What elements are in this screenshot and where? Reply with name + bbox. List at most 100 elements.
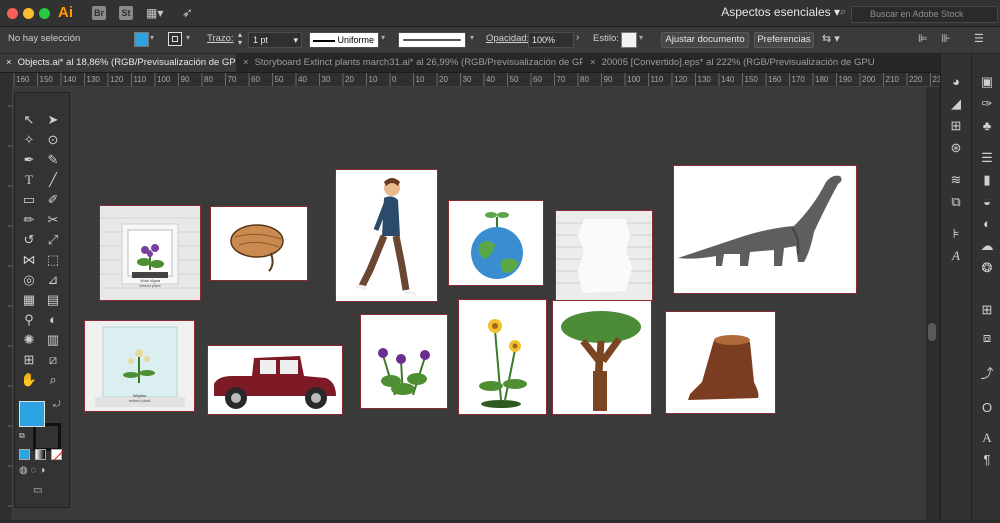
- brush-dropdown-icon[interactable]: ▾: [470, 33, 474, 42]
- column-graph-tool-icon[interactable]: ▥: [43, 331, 63, 349]
- character-panel-icon[interactable]: A: [947, 248, 965, 264]
- transparency-panel-icon[interactable]: ◒: [978, 194, 996, 210]
- stroke-dropdown-icon[interactable]: ▾: [186, 33, 190, 42]
- recolor-icon[interactable]: ⊛: [947, 140, 965, 156]
- draw-mode-icon[interactable]: ◍ ◌ ◑: [19, 465, 45, 476]
- symbol-sprayer-tool-icon[interactable]: ✺: [19, 331, 39, 349]
- artboard-brick-wall[interactable]: [555, 210, 653, 302]
- canvas[interactable]: Viola Vigna extinct plant Wightia extinc…: [13, 87, 926, 520]
- eyedropper-tool-icon[interactable]: ⚲: [19, 311, 39, 329]
- artboard-seed[interactable]: [210, 206, 308, 281]
- gradient-tool-icon[interactable]: ▤: [43, 291, 63, 309]
- minimize-window-button[interactable]: [23, 8, 34, 19]
- paragraph-panel-icon[interactable]: ¶: [978, 452, 996, 468]
- gradient-mode-icon[interactable]: [35, 449, 46, 460]
- fill-color-swatch[interactable]: [134, 32, 149, 47]
- libraries-panel-icon[interactable]: ☁: [978, 238, 996, 254]
- artboard-tool-icon[interactable]: ⊞: [19, 351, 39, 369]
- artboard-stump[interactable]: [665, 311, 776, 414]
- screen-mode-icon[interactable]: ▭: [33, 485, 42, 496]
- color-guide-icon[interactable]: ◢: [947, 96, 965, 112]
- blend-tool-icon[interactable]: ◐: [43, 311, 63, 329]
- transform-panel-icon[interactable]: ⧈: [978, 330, 996, 346]
- brush-definition[interactable]: [398, 32, 466, 48]
- artboard-earth-sprout[interactable]: [448, 200, 544, 286]
- stroke-stepper[interactable]: ▴ ▾: [238, 31, 242, 47]
- lasso-tool-icon[interactable]: ⊙: [43, 131, 63, 149]
- artboard-cabinet-purple[interactable]: Viola Vigna extinct plant: [99, 205, 201, 301]
- align-left-icon[interactable]: ⊫: [918, 32, 928, 45]
- vertical-scrollbar[interactable]: [926, 87, 938, 520]
- type-tool-icon[interactable]: T: [19, 171, 39, 189]
- stroke-panel-icon[interactable]: ☰: [978, 150, 996, 166]
- swap-colors-icon[interactable]: ⤾: [53, 399, 61, 410]
- opacity-field[interactable]: 100%: [528, 32, 574, 48]
- align-center-icon[interactable]: ⊪: [941, 32, 951, 45]
- symbols-panel-icon[interactable]: ♣: [978, 118, 996, 134]
- rectangle-tool-icon[interactable]: ▭: [19, 191, 39, 209]
- color-mode-icon[interactable]: [19, 449, 30, 460]
- scissors-tool-icon[interactable]: ✂: [43, 211, 63, 229]
- opacity-expand-icon[interactable]: ›: [576, 32, 579, 43]
- pathfinder-panel-icon[interactable]: ⊞: [978, 302, 996, 318]
- workspace-switcher[interactable]: Aspectos esenciales ▾: [721, 5, 840, 19]
- artboard-tree[interactable]: [552, 300, 652, 415]
- free-transform-tool-icon[interactable]: ⬚: [43, 251, 63, 269]
- close-window-button[interactable]: [7, 8, 18, 19]
- scroll-thumb[interactable]: [928, 323, 936, 341]
- gradient-panel-icon[interactable]: ▮: [978, 172, 996, 188]
- pen-tool-icon[interactable]: ✒: [19, 151, 39, 169]
- links-panel-icon[interactable]: ⤴: [978, 366, 996, 382]
- tab-objects[interactable]: × Objects.ai* al 18,86% (RGB/Previsualiza…: [0, 54, 236, 72]
- arrange-documents-icon[interactable]: ▦▾: [146, 6, 170, 20]
- stock-button[interactable]: St: [119, 6, 133, 20]
- tab-storyboard[interactable]: × Storyboard Extinct plants march31.ai* a…: [237, 54, 583, 72]
- none-mode-icon[interactable]: [51, 449, 64, 461]
- width-tool-icon[interactable]: ⋈: [19, 251, 39, 269]
- preferences-button[interactable]: Preferencias: [754, 32, 814, 48]
- scale-tool-icon[interactable]: ⤢: [43, 231, 63, 249]
- character-styles-icon[interactable]: A: [978, 430, 996, 446]
- stroke-color-swatch[interactable]: [168, 32, 182, 46]
- layers-panel-icon[interactable]: ≋: [947, 172, 965, 188]
- stroke-weight-field[interactable]: 1 pt ▾: [248, 32, 302, 48]
- color-panel-icon[interactable]: ◕: [947, 74, 965, 90]
- graphic-style-swatch[interactable]: [621, 32, 637, 48]
- image-trace-icon[interactable]: ▣: [978, 74, 996, 90]
- brushes-panel-icon[interactable]: ✑: [978, 96, 996, 112]
- magic-wand-tool-icon[interactable]: ✧: [19, 131, 39, 149]
- fill-color-box[interactable]: [19, 401, 45, 427]
- artboard-glass-case[interactable]: Wightia extinct plant: [84, 320, 195, 412]
- artboard-brachiosaurus[interactable]: [673, 165, 857, 294]
- rotate-tool-icon[interactable]: ↺: [19, 231, 39, 249]
- swatches-panel-icon[interactable]: ⊞: [947, 118, 965, 134]
- artboard-vintage-car[interactable]: [207, 345, 343, 415]
- gpu-performance-icon[interactable]: ➶: [182, 5, 193, 21]
- align-panel-icon[interactable]: ⊧: [947, 226, 965, 242]
- appearance-panel-icon[interactable]: ◐: [978, 216, 996, 232]
- mesh-tool-icon[interactable]: ▦: [19, 291, 39, 309]
- more-options-icon[interactable]: ☰: [974, 32, 984, 45]
- tab-20005[interactable]: × 20005 [Convertido].eps* al 222% (RGB/Pr…: [584, 54, 874, 72]
- document-setup-button[interactable]: Ajustar documento: [661, 32, 749, 48]
- artboard-violets[interactable]: [360, 314, 448, 409]
- stroke-color-box[interactable]: [33, 423, 61, 451]
- selection-tool-icon[interactable]: ↖: [19, 111, 39, 129]
- artboard-yellow-flowers[interactable]: [458, 299, 547, 415]
- shape-builder-tool-icon[interactable]: ◎: [19, 271, 39, 289]
- default-colors-icon[interactable]: ⧉: [19, 431, 25, 441]
- graphic-styles-icon[interactable]: ❂: [978, 260, 996, 276]
- slice-tool-icon[interactable]: ⧄: [43, 351, 63, 369]
- style-dropdown-icon[interactable]: ▾: [639, 33, 643, 42]
- direct-selection-tool-icon[interactable]: ➤: [43, 111, 63, 129]
- shaper-tool-icon[interactable]: ✏: [19, 211, 39, 229]
- artboards-panel-icon[interactable]: ⧉: [947, 194, 965, 210]
- line-tool-icon[interactable]: ╱: [43, 171, 63, 189]
- paintbrush-tool-icon[interactable]: ✐: [43, 191, 63, 209]
- perspective-grid-tool-icon[interactable]: ⊿: [43, 271, 63, 289]
- arrange-icon[interactable]: ⇆ ▾: [822, 32, 840, 45]
- bridge-button[interactable]: Br: [92, 6, 106, 20]
- zoom-tool-icon[interactable]: ⌕: [43, 371, 63, 389]
- variable-width-profile[interactable]: Uniforme: [309, 32, 379, 48]
- profile-dropdown-icon[interactable]: ▾: [381, 33, 385, 42]
